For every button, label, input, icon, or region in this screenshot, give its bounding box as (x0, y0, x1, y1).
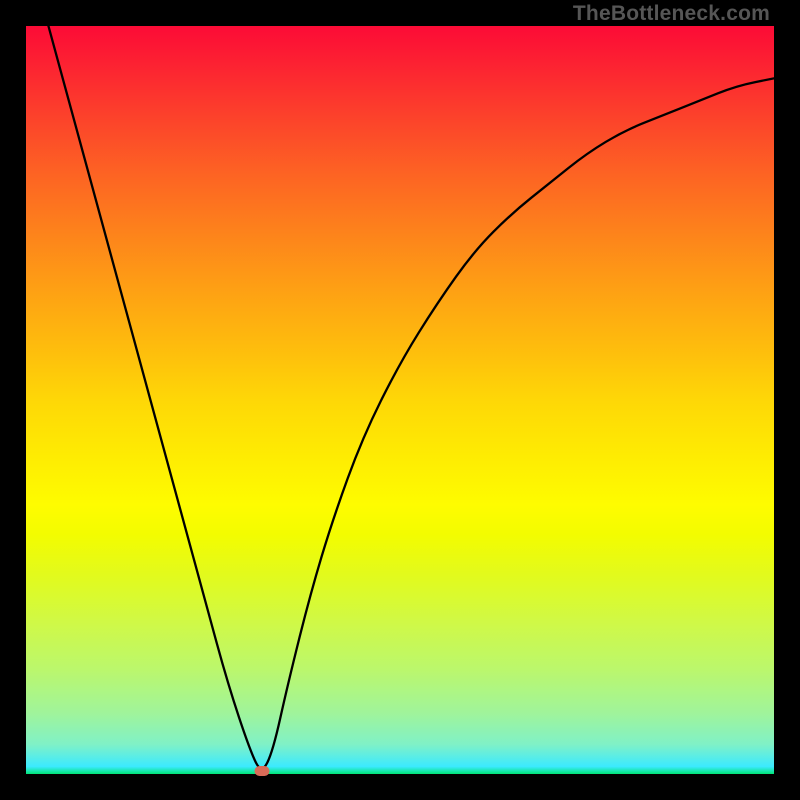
watermark-text: TheBottleneck.com (573, 2, 770, 26)
bottleneck-curve (26, 26, 774, 774)
chart-frame: TheBottleneck.com (0, 0, 800, 800)
minimum-marker (254, 766, 269, 776)
plot-area (26, 26, 774, 774)
